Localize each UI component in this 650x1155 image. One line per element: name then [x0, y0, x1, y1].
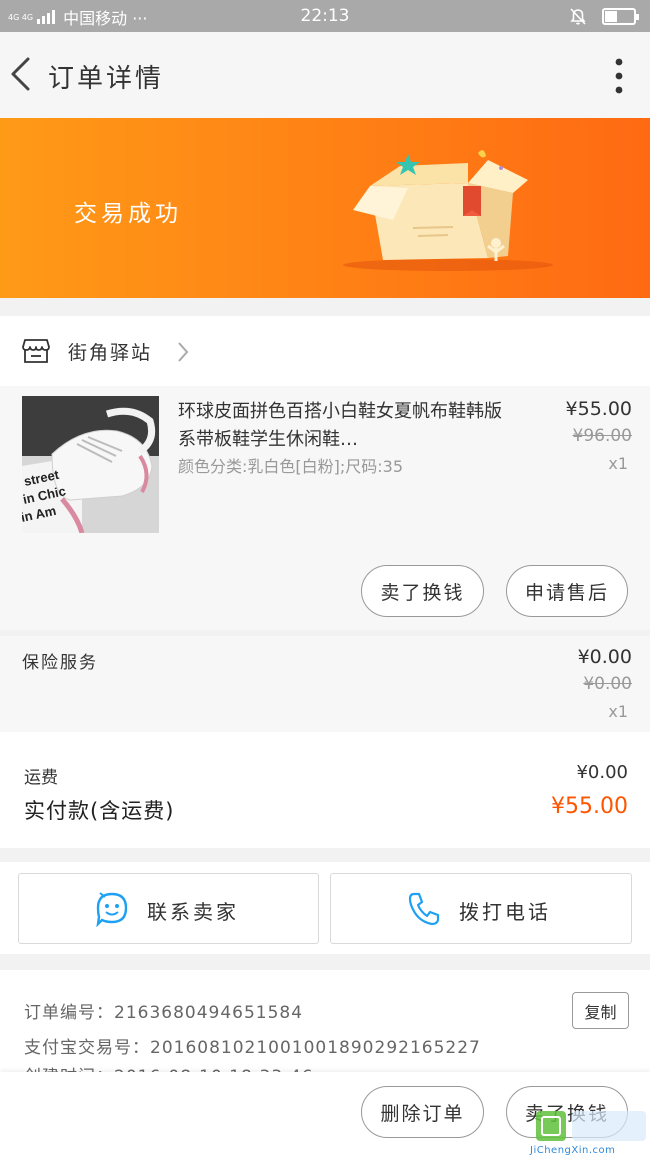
contact-section: 联系卖家 拨打电话 — [0, 862, 650, 954]
shipping-value: ¥0.00 — [576, 762, 628, 783]
status-icons — [568, 6, 639, 26]
product-price: ¥55.00 — [565, 398, 632, 420]
fee-summary: 运费 ¥0.00 实付款(含运费) ¥55.00 — [0, 732, 650, 848]
call-label: 拨打电话 — [459, 900, 551, 924]
product-title[interactable]: 环球皮面拼色百搭小白鞋女夏帆布鞋韩版系带板鞋学生休闲鞋… — [178, 398, 508, 454]
battery-icon — [602, 7, 639, 25]
insurance-row: 保险服务 ¥0.00 ¥0.00 x1 — [0, 636, 650, 732]
more-vertical-icon[interactable] — [614, 58, 624, 94]
phone-icon — [408, 892, 440, 926]
insurance-price: ¥0.00 — [577, 646, 632, 668]
mute-bell-icon — [570, 8, 586, 25]
copy-button[interactable]: 复制 — [572, 992, 629, 1029]
clock: 22:13 — [300, 6, 350, 26]
shop-row[interactable]: 街角驿站 — [0, 316, 650, 386]
order-status-text: 交易成功 — [74, 201, 182, 227]
sell-button[interactable]: 卖了换钱 — [361, 565, 484, 617]
store-icon — [22, 339, 50, 363]
watermark-text: JiChengXin.com — [530, 1145, 616, 1155]
delete-order-button[interactable]: 删除订单 — [361, 1086, 484, 1138]
total-label: 实付款(含运费) — [24, 799, 175, 823]
order-item[interactable]: street in Chic in Am 环球皮面拼色百搭小白鞋女夏帆布鞋韩版系… — [0, 386, 650, 630]
product-original-price: ¥96.00 — [572, 426, 632, 446]
order-number: 订单编号：2163680494651584 — [24, 1003, 304, 1023]
status-bar: 4G 4G 中国移动 ··· 22:13 — [0, 0, 650, 32]
shoe-illustration: street in Chic in Am — [22, 396, 159, 533]
shop-name: 街角驿站 — [68, 342, 153, 364]
nav-bar: 订单详情 — [0, 32, 650, 118]
gift-box-illustration — [343, 150, 553, 271]
insurance-original-price: ¥0.00 — [583, 674, 632, 694]
insurance-quantity: x1 — [608, 702, 628, 721]
shipping-label: 运费 — [24, 768, 58, 788]
watermark-logo-icon — [536, 1111, 646, 1141]
contact-seller-button[interactable]: 联系卖家 — [18, 873, 319, 944]
product-quantity: x1 — [608, 454, 628, 473]
alipay-number: 支付宝交易号：2016081021001001890292165227 — [24, 1038, 481, 1058]
product-thumbnail[interactable]: street in Chic in Am — [22, 396, 159, 533]
insurance-label: 保险服务 — [22, 653, 98, 673]
chevron-right-icon — [178, 342, 189, 362]
site-watermark: JiChengXin.com — [530, 1101, 650, 1155]
contact-seller-label: 联系卖家 — [147, 900, 239, 924]
back-arrow-icon[interactable] — [6, 54, 36, 94]
page-title: 订单详情 — [48, 64, 165, 94]
product-sku: 颜色分类:乳白色[白粉];尺码:35 — [178, 457, 404, 476]
call-button[interactable]: 拨打电话 — [330, 873, 632, 944]
order-status-banner: 交易成功 — [0, 118, 650, 298]
total-value: ¥55.00 — [551, 794, 628, 819]
after-sale-button[interactable]: 申请售后 — [506, 565, 628, 617]
chat-bubble-icon — [96, 892, 128, 927]
